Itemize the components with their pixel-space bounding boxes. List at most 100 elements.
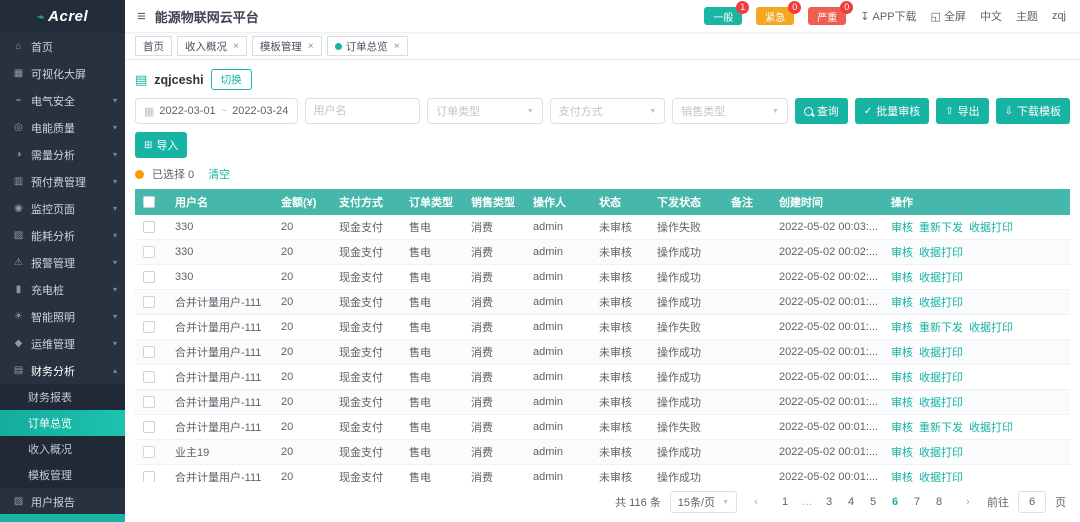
- fullscreen-link[interactable]: ◱ 全屏: [931, 8, 966, 24]
- row-action-link[interactable]: 重新下发: [919, 222, 963, 234]
- sidebar-subitem-template-management[interactable]: 模板管理: [0, 462, 125, 488]
- row-checkbox[interactable]: [143, 371, 155, 383]
- row-action-link[interactable]: 收据打印: [919, 447, 963, 459]
- row-checkbox[interactable]: [143, 446, 155, 458]
- row-checkbox[interactable]: [143, 421, 155, 433]
- sidebar-item-operation-management[interactable]: ◆运维管理▾: [0, 330, 125, 357]
- row-action-link[interactable]: 重新下发: [919, 322, 963, 334]
- row-action-link[interactable]: 审核: [891, 472, 913, 482]
- row-checkbox[interactable]: [143, 296, 155, 308]
- row-action-link[interactable]: 收据打印: [919, 372, 963, 384]
- collapse-menu-icon[interactable]: ≡: [137, 8, 146, 25]
- row-action-link[interactable]: 审核: [891, 447, 913, 459]
- tab-template-management[interactable]: 模板管理×: [252, 36, 322, 56]
- sidebar-item-smart-lighting[interactable]: ☀智能照明▾: [0, 303, 125, 330]
- sidebar-item-user-report[interactable]: ▧用户报告: [0, 488, 125, 514]
- row-action-link[interactable]: 审核: [891, 272, 913, 284]
- sidebar-subitem-order-overview[interactable]: 订单总览: [0, 410, 125, 436]
- sidebar-item-home[interactable]: ⌂首页: [0, 33, 125, 60]
- sidebar-subitem-financial-report[interactable]: 财务报表: [0, 384, 125, 410]
- row-action-link[interactable]: 收据打印: [919, 472, 963, 482]
- row-action-link[interactable]: 收据打印: [919, 247, 963, 259]
- row-action-link[interactable]: 收据打印: [919, 347, 963, 359]
- sale-type-select[interactable]: 销售类型 ▼: [672, 98, 788, 124]
- sidebar-item-alarm-management[interactable]: ⚠报警管理▾: [0, 249, 125, 276]
- row-checkbox[interactable]: [143, 246, 155, 258]
- page-button-5[interactable]: 5: [863, 491, 883, 513]
- sidebar-item-energy-analysis[interactable]: ▨能耗分析▾: [0, 222, 125, 249]
- page-button-1[interactable]: 1: [775, 491, 795, 513]
- row-checkbox[interactable]: [143, 321, 155, 333]
- row-checkbox[interactable]: [143, 271, 155, 283]
- prev-page-button[interactable]: ‹: [746, 491, 766, 513]
- import-button[interactable]: ⊞ 导入: [135, 132, 187, 158]
- row-checkbox[interactable]: [143, 396, 155, 408]
- sidebar-item-power-quality[interactable]: ◎电能质量▾: [0, 114, 125, 141]
- row-action-link[interactable]: 收据打印: [919, 397, 963, 409]
- sidebar-item-financial-analysis[interactable]: ▤财务分析▴: [0, 357, 125, 384]
- search-button[interactable]: 查询: [795, 98, 848, 124]
- page-button-4[interactable]: 4: [841, 491, 861, 513]
- column-header-send-status: 下发状态: [649, 189, 723, 215]
- batch-audit-button[interactable]: ✓ 批量审核: [855, 98, 929, 124]
- theme-switch[interactable]: 主题: [1016, 8, 1038, 24]
- row-action-link[interactable]: 审核: [891, 372, 913, 384]
- page-size-select[interactable]: 15条/页 ▼: [670, 491, 737, 513]
- row-action-link[interactable]: 审核: [891, 347, 913, 359]
- close-tab-icon[interactable]: ×: [308, 41, 314, 52]
- pay-type-select[interactable]: 支付方式 ▼: [550, 98, 666, 124]
- sidebar-item-charging-pile[interactable]: ▮充电桩▾: [0, 276, 125, 303]
- row-action-link[interactable]: 收据打印: [969, 422, 1013, 434]
- date-range-picker[interactable]: ▦ 2022-03-01 ~ 2022-03-24: [135, 98, 298, 124]
- sidebar-item-prepaid-management[interactable]: ▥预付费管理▾: [0, 168, 125, 195]
- sidebar-item-big-screen[interactable]: ▦可视化大屏: [0, 60, 125, 87]
- page-button-7[interactable]: 7: [907, 491, 927, 513]
- cell-user: 合并计量用户-111: [167, 315, 273, 340]
- tab-income-overview[interactable]: 收入概况×: [177, 36, 247, 56]
- select-all-checkbox[interactable]: [143, 196, 155, 208]
- switch-company-button[interactable]: 切换: [211, 69, 252, 90]
- goto-unit: 页: [1055, 494, 1066, 510]
- clear-selection-link[interactable]: 清空: [208, 166, 230, 182]
- language-switch[interactable]: 中文: [980, 8, 1002, 24]
- export-button[interactable]: ⇧ 导出: [936, 98, 988, 124]
- page-button-3[interactable]: 3: [819, 491, 839, 513]
- row-action-link[interactable]: 审核: [891, 222, 913, 234]
- row-action-link[interactable]: 收据打印: [969, 322, 1013, 334]
- alarm-severe-button[interactable]: 严重0: [808, 7, 846, 25]
- row-action-link[interactable]: 审核: [891, 322, 913, 334]
- tab-home[interactable]: 首页: [135, 36, 172, 56]
- download-template-button[interactable]: ⇩ 下载模板: [996, 98, 1070, 124]
- sidebar-item-electrical-safety[interactable]: ⌁电气安全▾: [0, 87, 125, 114]
- row-checkbox[interactable]: [143, 221, 155, 233]
- sidebar-subitem-income-overview[interactable]: 收入概况: [0, 436, 125, 462]
- alarm-urgent-button[interactable]: 紧急0: [756, 7, 794, 25]
- sidebar-item-monitor-page[interactable]: ◉监控页面▾: [0, 195, 125, 222]
- tab-order-overview[interactable]: 订单总览×: [327, 36, 408, 56]
- row-action-link[interactable]: 重新下发: [919, 422, 963, 434]
- goto-page-input[interactable]: [1018, 491, 1046, 513]
- alarm-general-button[interactable]: 一般1: [704, 7, 742, 25]
- next-page-button[interactable]: ›: [958, 491, 978, 513]
- row-action-link[interactable]: 收据打印: [919, 272, 963, 284]
- app-download-link[interactable]: ↧ APP下载: [860, 8, 916, 24]
- close-tab-icon[interactable]: ×: [394, 41, 400, 52]
- column-header-pay-type: 支付方式: [331, 189, 401, 215]
- row-action-link[interactable]: 审核: [891, 397, 913, 409]
- cell-status: 未审核: [591, 265, 649, 290]
- row-action-link[interactable]: 收据打印: [969, 222, 1013, 234]
- row-action-link[interactable]: 收据打印: [919, 297, 963, 309]
- order-type-select[interactable]: 订单类型 ▼: [427, 98, 543, 124]
- sidebar-item-demand-analysis[interactable]: ◑需量分析▾: [0, 141, 125, 168]
- row-action-link[interactable]: 审核: [891, 297, 913, 309]
- page-button-6[interactable]: 6: [885, 491, 905, 513]
- row-checkbox[interactable]: [143, 471, 155, 482]
- row-action-link[interactable]: 审核: [891, 422, 913, 434]
- close-tab-icon[interactable]: ×: [233, 41, 239, 52]
- user-menu[interactable]: zqj: [1052, 10, 1066, 22]
- row-select-cell: [135, 265, 167, 290]
- row-checkbox[interactable]: [143, 346, 155, 358]
- username-input[interactable]: [305, 98, 421, 124]
- row-action-link[interactable]: 审核: [891, 247, 913, 259]
- page-button-8[interactable]: 8: [929, 491, 949, 513]
